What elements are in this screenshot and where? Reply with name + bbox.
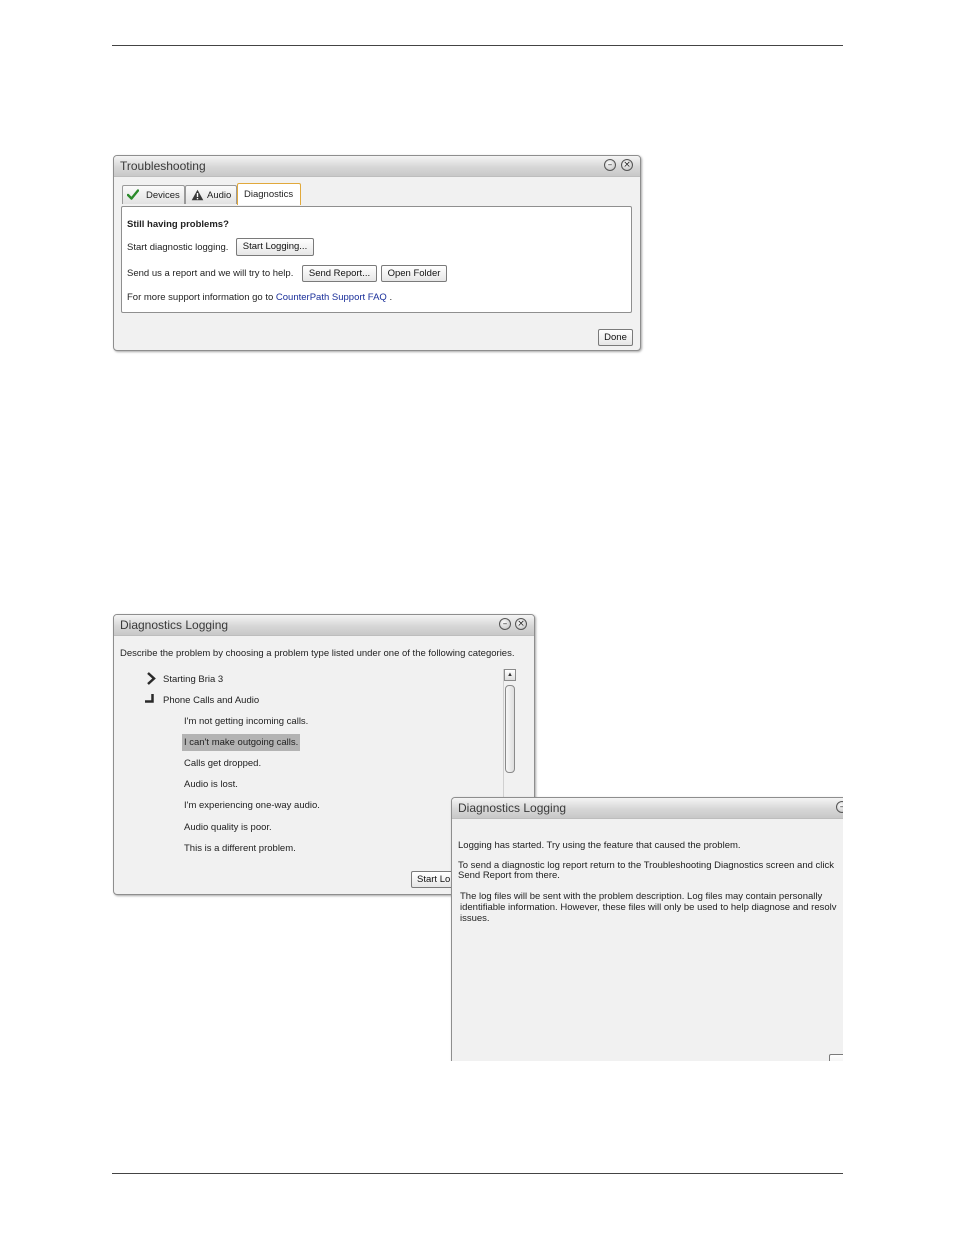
page-header-rule (112, 45, 843, 46)
problem-item[interactable]: Calls get dropped. (184, 758, 261, 769)
checkmark-icon (127, 189, 139, 200)
window-title: Diagnostics Logging (120, 618, 229, 632)
expanded-corner-icon (145, 694, 154, 703)
problem-item[interactable]: Audio quality is poor. (184, 822, 272, 833)
privacy-line-2: identifiable information. However, these… (460, 902, 837, 913)
category-label: Starting Bria 3 (163, 674, 224, 685)
title-bar[interactable]: Diagnostics Logging – × (114, 615, 534, 636)
problem-item[interactable]: I'm not getting incoming calls. (184, 716, 308, 727)
support-faq-link[interactable]: CounterPath Support FAQ (276, 292, 387, 303)
tab-audio-label: Audio (207, 190, 232, 201)
tab-devices-label: Devices (146, 190, 180, 201)
page-footer-rule (112, 1173, 843, 1174)
problem-item[interactable]: This is a different problem. (184, 843, 296, 854)
window-title: Troubleshooting (120, 159, 206, 173)
crop-mask (440, 1061, 860, 1081)
logging-started-window: Diagnostics Logging – Logging has starte… (451, 797, 852, 1069)
troubleshooting-window: Troubleshooting – × Devices Audio Diagno… (113, 155, 641, 351)
done-button[interactable]: Done (598, 329, 633, 346)
tab-audio[interactable]: Audio (185, 185, 237, 204)
close-icon[interactable]: × (515, 618, 527, 630)
privacy-line-1: The log files will be sent with the prob… (460, 891, 823, 902)
report-text: Send us a report and we will try to help… (127, 268, 294, 279)
logging-text: Start diagnostic logging. (127, 242, 229, 253)
instructions-text: Describe the problem by choosing a probl… (120, 648, 515, 659)
window-title: Diagnostics Logging (458, 801, 567, 815)
diagnostics-panel: Still having problems? Start diagnostic … (121, 206, 632, 313)
minimize-icon[interactable]: – (499, 618, 511, 630)
tab-diagnostics[interactable]: Diagnostics (237, 183, 301, 205)
chevron-right-icon (147, 672, 156, 685)
minimize-icon[interactable]: – (604, 159, 616, 171)
tab-diagnostics-label: Diagnostics (244, 189, 294, 200)
status-text: Logging has started. Try using the featu… (458, 840, 741, 851)
support-line: For more support information go to Count… (127, 292, 392, 303)
title-bar[interactable]: Troubleshooting – × (114, 156, 640, 177)
problem-item[interactable]: I'm experiencing one-way audio. (184, 800, 320, 811)
tab-devices[interactable]: Devices (122, 185, 185, 204)
start-logging-button[interactable]: Start Logging... (236, 238, 314, 256)
scroll-up-arrow-icon[interactable]: ▲ (504, 669, 516, 681)
support-text: For more support information go to (127, 292, 274, 303)
category-label: Phone Calls and Audio (163, 695, 260, 706)
instructions-line-2: Send Report from there. (458, 870, 560, 881)
panel-heading: Still having problems? (127, 219, 229, 230)
open-folder-button[interactable]: Open Folder (381, 265, 447, 282)
problem-item-selected[interactable]: I can't make outgoing calls. (182, 734, 301, 751)
close-icon[interactable]: × (621, 159, 633, 171)
crop-mask-right (843, 780, 873, 1080)
privacy-line-3: issues. (460, 913, 490, 924)
scrollbar[interactable]: ▲ (503, 669, 517, 799)
scroll-thumb[interactable] (505, 685, 515, 773)
send-report-button[interactable]: Send Report... (302, 265, 377, 282)
title-bar[interactable]: Diagnostics Logging – (452, 798, 852, 819)
problem-item[interactable]: Audio is lost. (184, 779, 238, 790)
warning-icon (191, 189, 204, 201)
support-suffix: . (389, 292, 393, 303)
